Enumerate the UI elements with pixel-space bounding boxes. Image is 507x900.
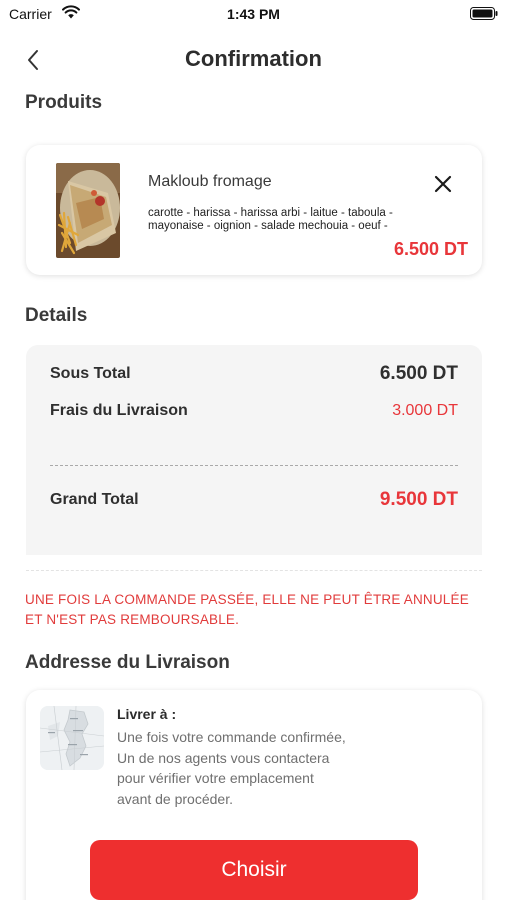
delivery-fee-value: 3.000 DT: [392, 402, 458, 419]
products-section-title: Produits: [25, 92, 103, 113]
details-divider: [50, 465, 458, 466]
map-thumbnail: [40, 706, 104, 770]
product-image: [56, 163, 120, 258]
grand-total-label: Grand Total: [50, 491, 139, 508]
choose-address-button[interactable]: Choisir: [90, 840, 418, 900]
details-section-title: Details: [25, 305, 88, 326]
subtotal-value: 6.500 DT: [379, 363, 458, 384]
close-icon[interactable]: [432, 173, 454, 195]
product-ingredients: carotte - harissa - harissa arbi - laitu…: [148, 207, 393, 232]
delivery-fee-label: Frais du Livraison: [50, 402, 188, 419]
section-divider: [26, 570, 482, 571]
order-summary: Sous Total 6.500 DT Frais du Livraison 3…: [26, 345, 482, 555]
status-bar: Carrier 1:43 PM: [0, 0, 507, 30]
grand-total-value: 9.500 DT: [379, 489, 458, 510]
subtotal-label: Sous Total: [50, 365, 131, 382]
battery-icon: [470, 7, 498, 20]
nav-bar: Confirmation: [0, 40, 507, 80]
address-info-text: Une fois votre commande confirmée, Un de…: [117, 729, 346, 807]
address-section-title: Addresse du Livraison: [25, 652, 230, 673]
product-card[interactable]: Makloub fromage carotte - harissa - hari…: [26, 145, 482, 275]
page-title: Confirmation: [185, 46, 322, 71]
status-time: 1:43 PM: [227, 6, 280, 22]
product-price: 6.500 DT: [393, 239, 468, 259]
deliver-to-label: Livrer à :: [117, 706, 177, 722]
receipt-edge: [26, 543, 482, 552]
non-refundable-warning: UNE FOIS LA COMMANDE PASSÉE, ELLE NE PEU…: [25, 592, 469, 627]
product-name: Makloub fromage: [148, 173, 272, 190]
